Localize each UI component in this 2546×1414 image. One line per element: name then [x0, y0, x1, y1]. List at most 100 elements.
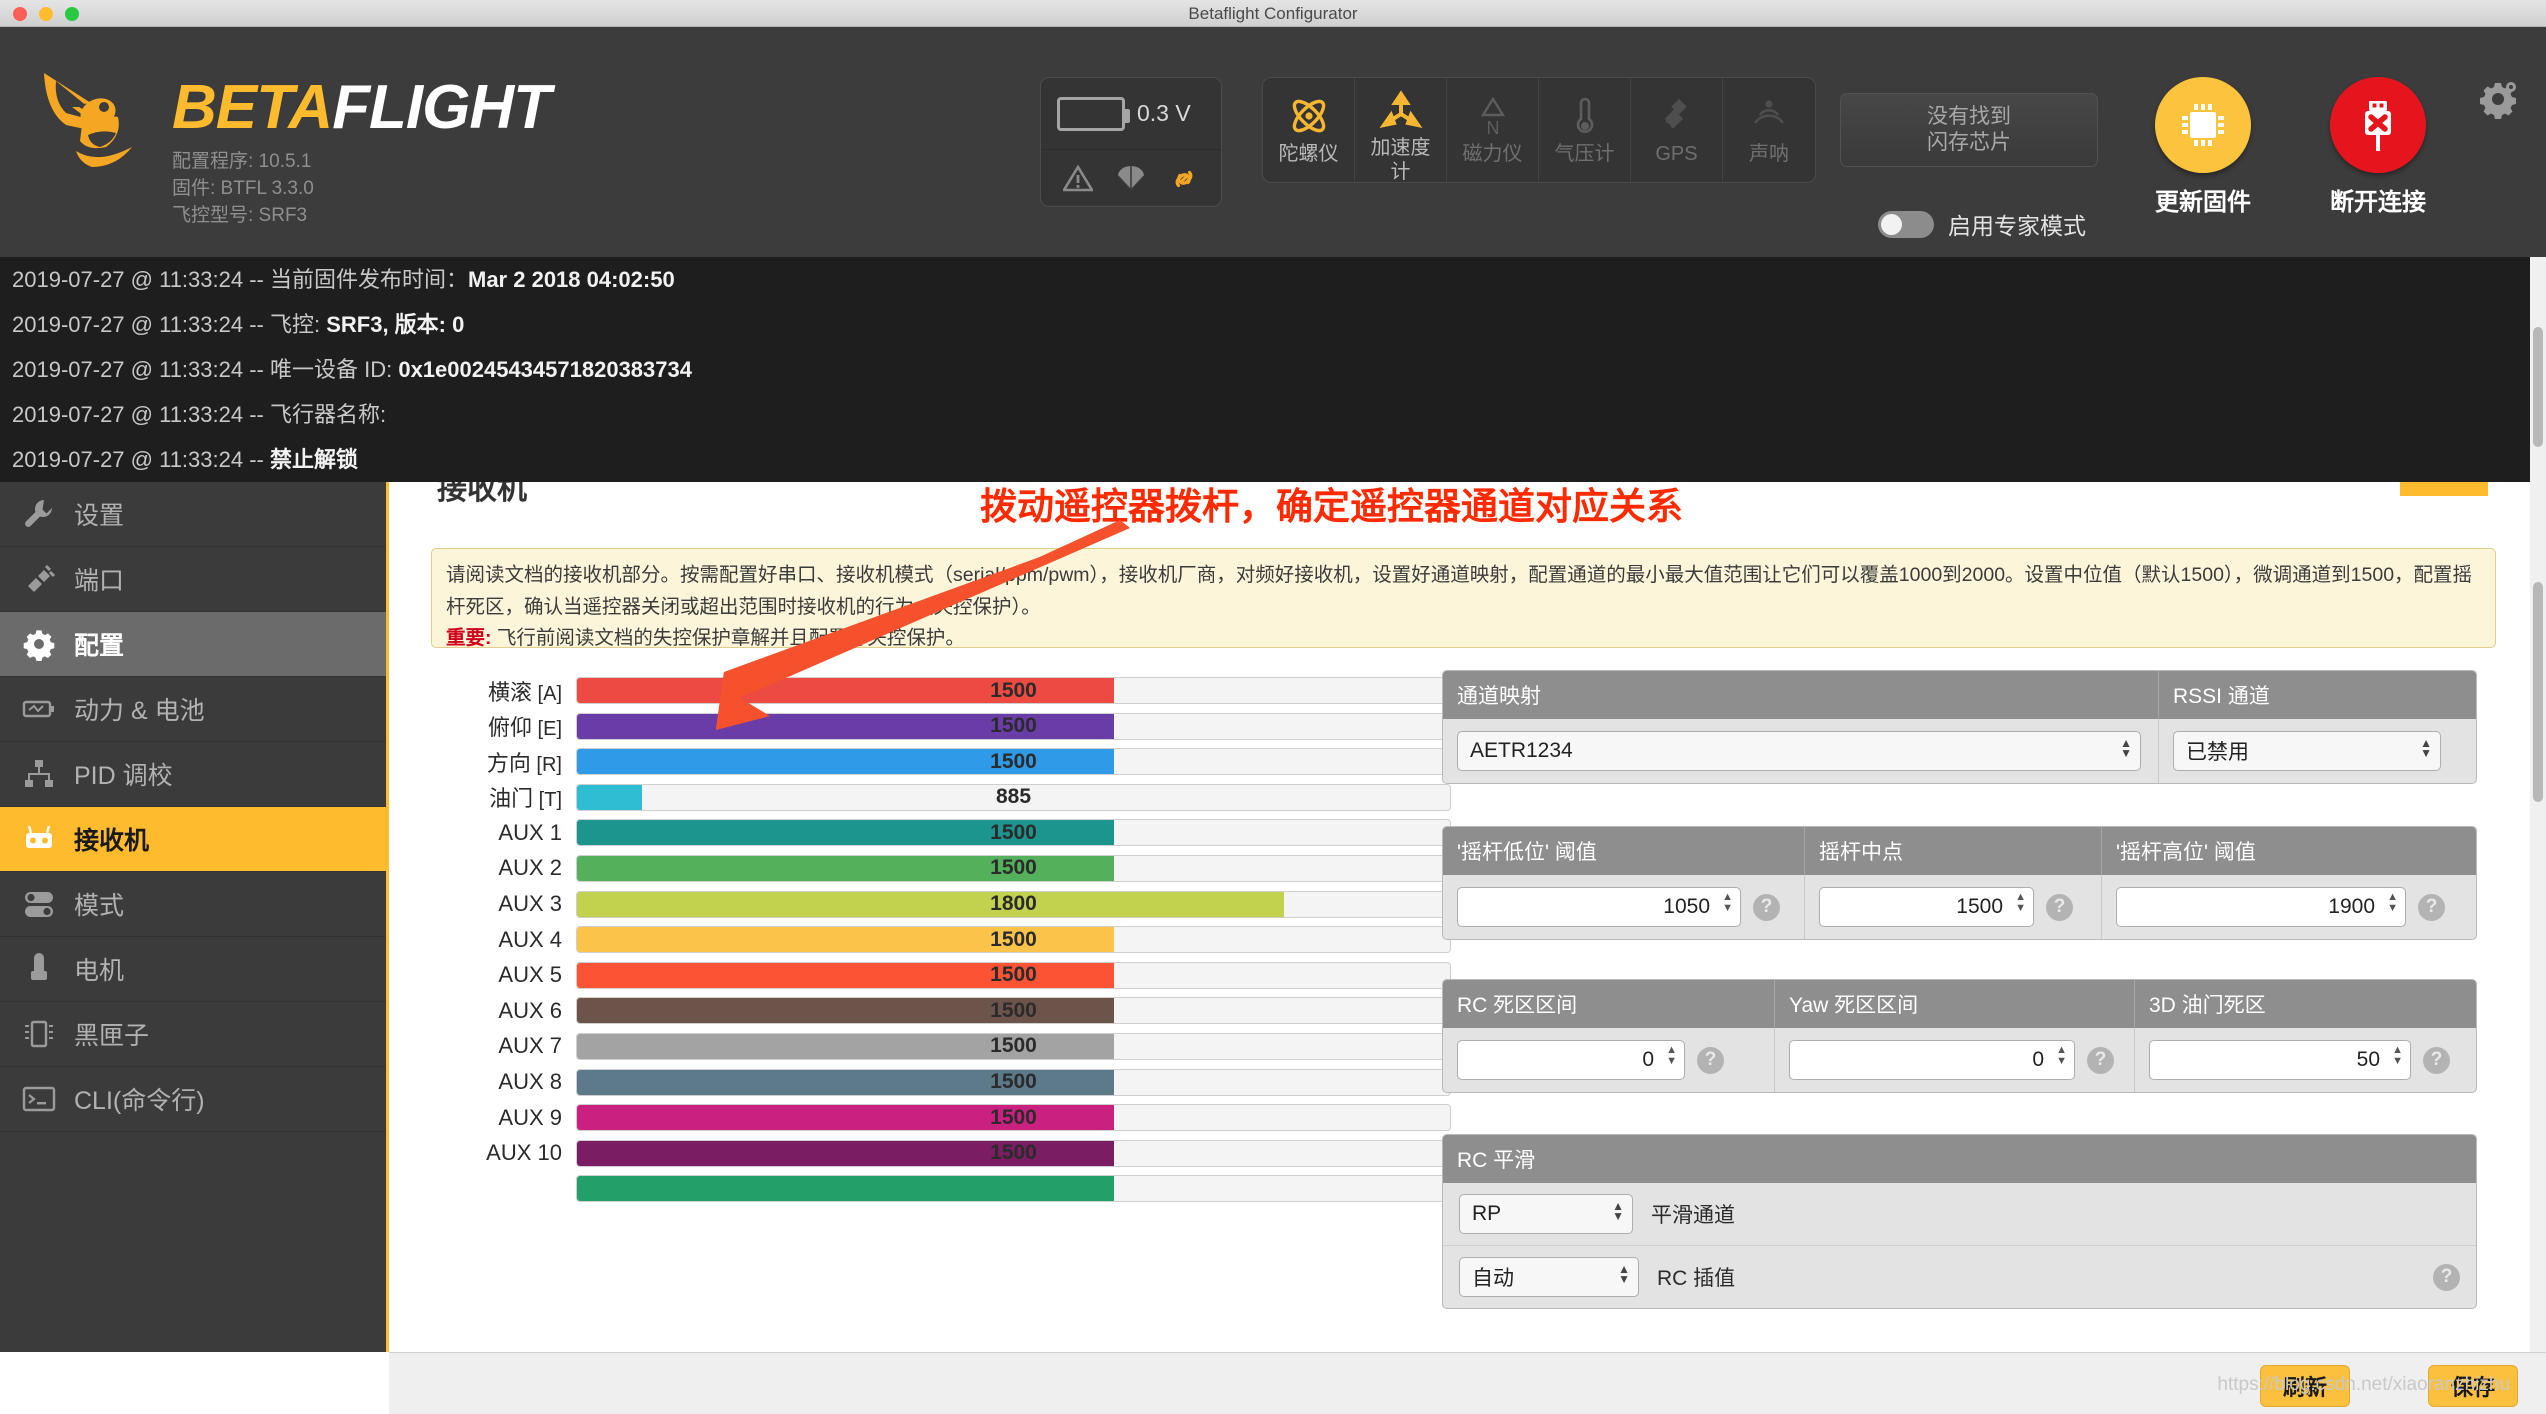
- throttle3d-deadband-header: 3D 油门死区: [2149, 994, 2266, 1017]
- flash-chip-button[interactable]: 没有找到 闪存芯片: [1840, 93, 2098, 167]
- terminal-icon: [22, 1082, 74, 1116]
- help-icon[interactable]: ?: [1697, 1046, 1724, 1074]
- channel-value: 1500: [990, 749, 1037, 773]
- channel-name: AUX 9: [498, 1104, 562, 1130]
- accelerometer-icon: [1378, 90, 1424, 136]
- spinner-icon[interactable]: ▲ ▼: [2015, 892, 2026, 914]
- rc-deadband-input[interactable]: 0 ▲ ▼: [1457, 1040, 1685, 1080]
- channel-name: AUX 5: [498, 962, 562, 988]
- gyro-icon: [1286, 90, 1332, 142]
- sensor-gps-label: GPS: [1655, 143, 1698, 165]
- smoothing-channels-select[interactable]: RP ▲ ▼: [1459, 1194, 1633, 1234]
- spinner-icon[interactable]: ▲ ▼: [2387, 892, 2398, 914]
- help-icon[interactable]: ?: [2046, 893, 2073, 921]
- wrench-icon: [22, 497, 74, 531]
- log-scrollbar-thumb[interactable]: [2533, 327, 2543, 447]
- sidebar-item-power-battery[interactable]: 动力 & 电池: [0, 677, 386, 742]
- yaw-deadband-input[interactable]: 0 ▲ ▼: [1789, 1040, 2075, 1080]
- spinner-icon[interactable]: ▲ ▼: [1666, 1045, 1677, 1067]
- sidebar-item-blackbox[interactable]: 黑匣子: [0, 1002, 386, 1067]
- toggle-knob: [1881, 213, 1902, 235]
- sensor-status-bar: 陀螺仪 加速度计 N 磁力仪 气压计 GPS 声呐: [1262, 77, 1816, 183]
- sidebar-item-label: PID 调校: [74, 762, 173, 790]
- smoothing-channels-row: RP ▲ ▼ 平滑通道: [1443, 1183, 2476, 1246]
- help-icon[interactable]: ?: [1753, 893, 1780, 921]
- log-bold: 禁止解锁: [269, 447, 358, 472]
- stick-high-input[interactable]: 1900 ▲ ▼: [2116, 887, 2406, 927]
- disconnect-button[interactable]: 断开连接: [2330, 77, 2426, 217]
- settings-gear-icon[interactable]: [2478, 79, 2518, 124]
- stick-mid-input[interactable]: 1500 ▲ ▼: [1819, 887, 2034, 927]
- sidebar-item-modes[interactable]: 模式: [0, 872, 386, 937]
- sidebar-item-cli[interactable]: CLI(命令行): [0, 1067, 386, 1132]
- chevron-updown-icon: ▲ ▼: [1612, 1199, 1624, 1223]
- log-panel: 2019-07-27 @ 11:33:24 -- 当前固件发布时间：Mar 2 …: [0, 257, 2546, 659]
- spinner-icon[interactable]: ▲ ▼: [2392, 1045, 2403, 1067]
- rc-deadband-value: 0: [1642, 1048, 1654, 1071]
- sidebar-item-motors[interactable]: 电机: [0, 937, 386, 1002]
- channel-track: 1500: [576, 1068, 1451, 1096]
- help-icon[interactable]: ?: [2087, 1046, 2114, 1074]
- channel-name: AUX 6: [498, 997, 562, 1023]
- channel-label: AUX 4: [431, 927, 576, 953]
- brand-beta: BETA: [172, 73, 333, 142]
- sidebar-item-label: 模式: [74, 892, 125, 920]
- sensor-accelerometer: 加速度计: [1355, 78, 1447, 182]
- sidebar-item-receiver[interactable]: 接收机: [0, 807, 386, 872]
- channel-map-panel: 通道映射 RSSI 通道 AETR1234 ▲ ▼ 已禁用 ▲ ▼: [1442, 670, 2477, 784]
- channel-map-cell: AETR1234 ▲ ▼: [1443, 719, 2159, 783]
- channel-label: AUX 6: [431, 998, 576, 1024]
- log-line: 2019-07-27 @ 11:33:24 -- 飞行器名称:: [0, 392, 2546, 437]
- gear-icon: [22, 627, 74, 661]
- help-icon[interactable]: ?: [2423, 1046, 2450, 1074]
- sensor-magnetometer: N 磁力仪: [1447, 78, 1539, 182]
- channel-value: 885: [995, 785, 1032, 809]
- yaw-deadband-header: Yaw 死区区间: [1775, 980, 2135, 1028]
- channel-letter: [A]: [531, 682, 562, 705]
- rssi-cell: 已禁用 ▲ ▼: [2159, 719, 2476, 783]
- help-icon[interactable]: ?: [2433, 1263, 2460, 1291]
- update-firmware-label: 更新固件: [2155, 189, 2251, 216]
- chevron-updown-icon: ▲ ▼: [1618, 1262, 1630, 1286]
- channel-row: AUX 4 1500: [431, 926, 1451, 954]
- channel-label: AUX 9: [431, 1105, 576, 1131]
- annotation-text: 拨动遥控器拨杆，确定遥控器通道对应关系: [980, 486, 1683, 527]
- help-icon[interactable]: ?: [2418, 893, 2445, 921]
- rssi-channel-select[interactable]: 已禁用 ▲ ▼: [2173, 731, 2441, 771]
- spinner-icon[interactable]: ▲ ▼: [1722, 892, 1733, 914]
- log-line: 2019-07-27 @ 11:33:24 -- 唯一设备 ID: 0x1e00…: [0, 347, 2546, 392]
- throttle3d-deadband-input[interactable]: 50 ▲ ▼: [2149, 1040, 2411, 1080]
- stick-low-input[interactable]: 1050 ▲ ▼: [1457, 887, 1741, 927]
- log-scrollbar[interactable]: [2530, 257, 2546, 482]
- channel-label: 油门 [T]: [431, 781, 576, 813]
- content-scrollbar-thumb[interactable]: [2533, 582, 2543, 802]
- sensor-sonar-label: 声呐: [1749, 143, 1789, 165]
- sidebar-item-configuration[interactable]: 配置: [0, 612, 386, 677]
- window-titlebar: Betaflight Configurator: [0, 0, 2546, 27]
- receiver-tab-content: 接收机 请阅读文档的接收机部分。按需配置好串口、接收机模式（serial/ppm…: [389, 482, 2546, 1352]
- expert-mode-row[interactable]: 启用专家模式: [1878, 207, 2086, 241]
- sidebar-item-ports[interactable]: 端口: [0, 547, 386, 612]
- battery-status-panel: 0.3 V: [1040, 77, 1222, 207]
- sensor-barometer-label: 气压计: [1554, 143, 1615, 165]
- channel-map-select[interactable]: AETR1234 ▲ ▼: [1457, 731, 2141, 771]
- rc-deadband-header: RC 死区区间: [1443, 980, 1775, 1028]
- content-scrollbar[interactable]: [2530, 482, 2546, 1352]
- channel-track: 1500: [576, 748, 1451, 776]
- update-firmware-button[interactable]: 更新固件: [2155, 77, 2251, 217]
- sidebar-item-pid-tuning[interactable]: PID 调校: [0, 742, 386, 807]
- channel-row: AUX 10 1500: [431, 1139, 1451, 1167]
- chevron-updown-icon: ▲ ▼: [2120, 736, 2132, 760]
- channel-row: [431, 1175, 1451, 1203]
- sidebar-item-setup[interactable]: 设置: [0, 482, 386, 547]
- channel-letter: [E]: [531, 718, 562, 741]
- rc-interpolation-select[interactable]: 自动 ▲ ▼: [1459, 1257, 1639, 1297]
- expert-mode-toggle[interactable]: [1878, 210, 1934, 238]
- chip-icon: [2155, 77, 2251, 173]
- spinner-icon[interactable]: ▲ ▼: [2056, 1045, 2067, 1067]
- log-text: 飞控:: [269, 312, 327, 337]
- channel-map-body: AETR1234 ▲ ▼ 已禁用 ▲ ▼: [1443, 719, 2476, 783]
- throttle3d-deadband-cell: 50 ▲ ▼ ?: [2135, 1028, 2476, 1092]
- disconnect-label: 断开连接: [2330, 189, 2426, 216]
- log-time: 2019-07-27 @ 11:33:24 --: [12, 357, 270, 382]
